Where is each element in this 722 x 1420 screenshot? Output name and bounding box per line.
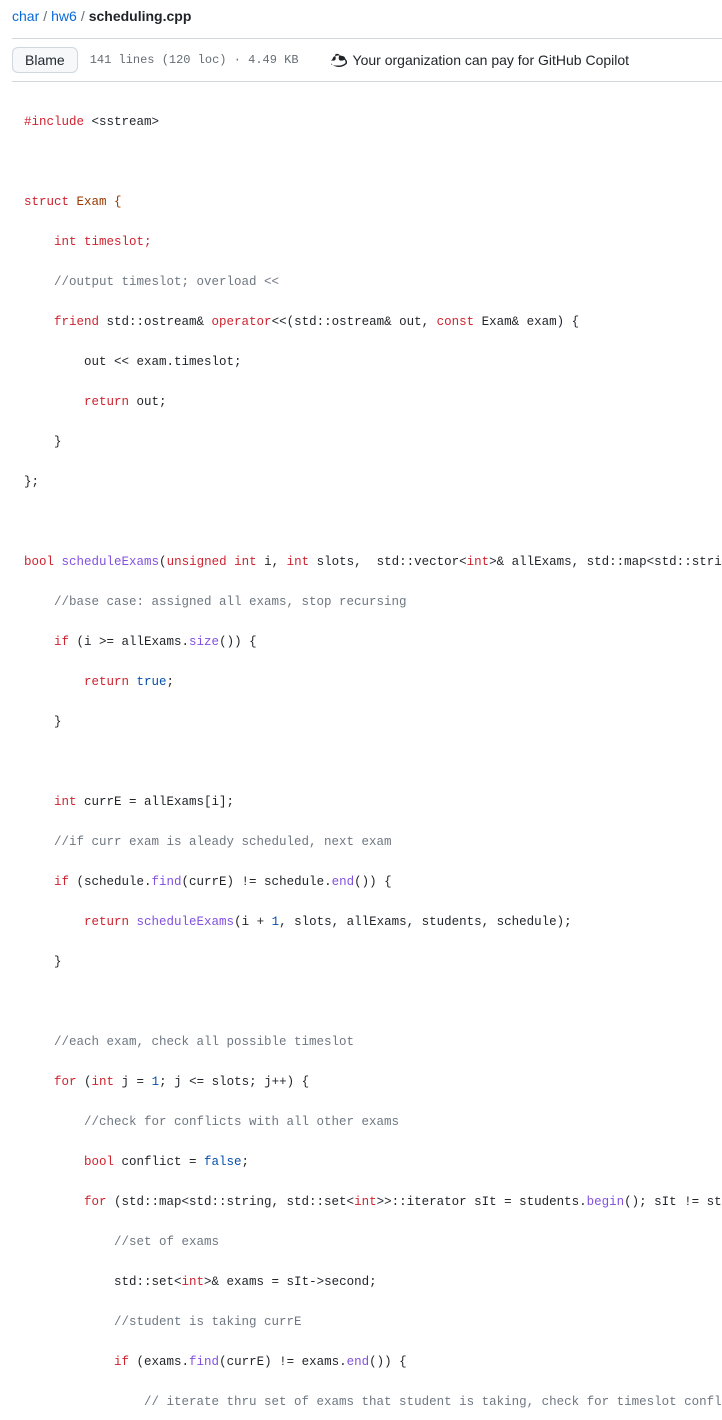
code-line [24,512,722,532]
code-line: std::set<int>& exams = sIt->second; [24,1272,722,1292]
code-line [24,152,722,172]
breadcrumb: char/hw6/scheduling.cpp [12,0,722,32]
breadcrumb-link-1[interactable]: char [12,8,39,24]
copilot-icon [331,52,347,68]
code-line [24,992,722,1012]
code-line: if (i >= allExams.size()) { [24,632,722,652]
code-line: for (int j = 1; j <= slots; j++) { [24,1072,722,1092]
code-line: struct Exam { [24,192,722,212]
code-line: //output timeslot; overload << [24,272,722,292]
copilot-promo[interactable]: Your organization can pay for GitHub Cop… [331,52,630,68]
code-line: //set of exams [24,1232,722,1252]
code-line: //base case: assigned all exams, stop re… [24,592,722,612]
breadcrumb-current: scheduling.cpp [89,8,192,24]
code-view: #include <sstream> struct Exam { int tim… [12,82,722,1420]
code-line: bool scheduleExams(unsigned int i, int s… [24,552,722,572]
code-line: } [24,952,722,972]
breadcrumb-sep: / [43,8,47,24]
code-line: //if curr exam is aleady scheduled, next… [24,832,722,852]
code-line: return true; [24,672,722,692]
code-line: if (exams.find(currE) != exams.end()) { [24,1352,722,1372]
code-line: //each exam, check all possible timeslot [24,1032,722,1052]
code-line: //check for conflicts with all other exa… [24,1112,722,1132]
copilot-text: Your organization can pay for GitHub Cop… [353,52,630,68]
code-line: } [24,712,722,732]
breadcrumb-sep: / [81,8,85,24]
code-line: // iterate thru set of exams that studen… [24,1392,722,1412]
code-line: return out; [24,392,722,412]
code-line: friend std::ostream& operator<<(std::ost… [24,312,722,332]
code-line: int currE = allExams[i]; [24,792,722,812]
code-line: } [24,432,722,452]
code-line: }; [24,472,722,492]
breadcrumb-link-2[interactable]: hw6 [51,8,77,24]
code-line: int timeslot; [24,232,722,252]
blame-button[interactable]: Blame [12,47,78,73]
code-line: for (std::map<std::string, std::set<int>… [24,1192,722,1212]
code-line: return scheduleExams(i + 1, slots, allEx… [24,912,722,932]
code-line: bool conflict = false; [24,1152,722,1172]
code-line [24,752,722,772]
code-line: #include <sstream> [24,112,722,132]
file-info: 141 lines (120 loc) · 4.49 KB [90,53,299,67]
code-line: //student is taking currE [24,1312,722,1332]
code-line: if (schedule.find(currE) != schedule.end… [24,872,722,892]
code-line: out << exam.timeslot; [24,352,722,372]
file-toolbar: Blame 141 lines (120 loc) · 4.49 KB Your… [12,38,722,82]
